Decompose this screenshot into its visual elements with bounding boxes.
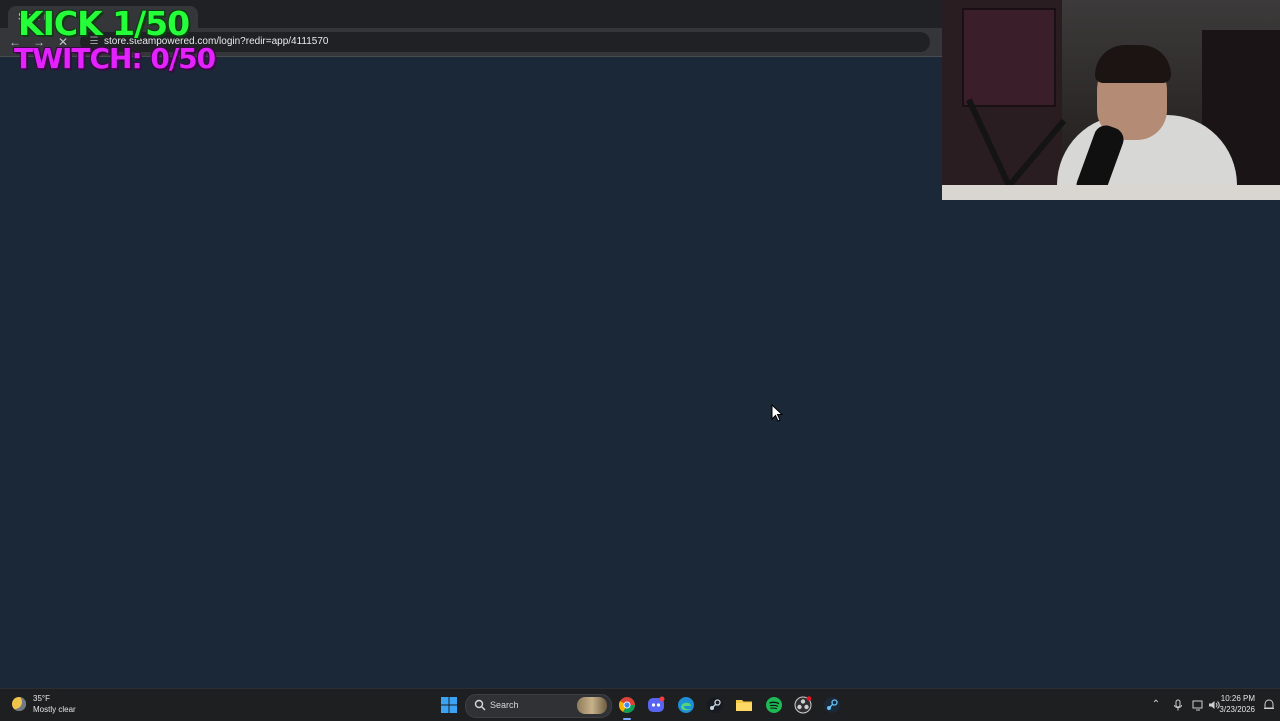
weather-widget[interactable]: 35°F Mostly clear — [12, 693, 102, 717]
moon-weather-icon — [12, 697, 26, 711]
webcam-desk — [942, 185, 1280, 200]
volume-icon[interactable] — [1208, 699, 1220, 711]
webcam-overlay — [942, 0, 1280, 200]
twitch-follower-counter: TWITCH: 0/50 — [14, 42, 216, 75]
streamer-hair — [1095, 45, 1171, 83]
steam-icon[interactable] — [706, 696, 724, 714]
taskbar-search-box[interactable]: Search — [465, 694, 612, 718]
spotify-icon[interactable] — [765, 696, 783, 714]
clock-date: 3/23/2026 — [1219, 705, 1255, 714]
search-highlight-image — [577, 697, 607, 714]
weather-condition: Mostly clear — [33, 705, 76, 714]
clock-time: 10:26 PM — [1220, 694, 1255, 703]
weather-temperature: 35°F — [33, 694, 50, 703]
windows-taskbar: 35°F Mostly clear Search ⌃ 10:26 PM 3/23… — [0, 688, 1280, 721]
discord-icon[interactable] — [647, 696, 665, 714]
chevron-up-icon[interactable]: ⌃ — [1150, 699, 1162, 711]
webcam-window-frame — [962, 8, 1056, 107]
chrome-icon[interactable] — [618, 696, 636, 714]
search-icon — [474, 699, 486, 711]
notification-bell-icon[interactable] — [1262, 698, 1276, 712]
kick-follower-counter: KICK 1/50 — [18, 4, 190, 43]
windows-start-icon[interactable] — [440, 696, 458, 714]
search-label: Search — [490, 700, 519, 710]
mouse-cursor-icon — [771, 404, 783, 422]
obs-icon[interactable] — [794, 696, 812, 714]
network-icon[interactable] — [1192, 699, 1204, 711]
microphone-icon[interactable] — [1172, 699, 1184, 711]
steam-secondary-icon[interactable] — [823, 696, 841, 714]
edge-icon[interactable] — [677, 696, 695, 714]
file-explorer-icon[interactable] — [735, 696, 753, 714]
